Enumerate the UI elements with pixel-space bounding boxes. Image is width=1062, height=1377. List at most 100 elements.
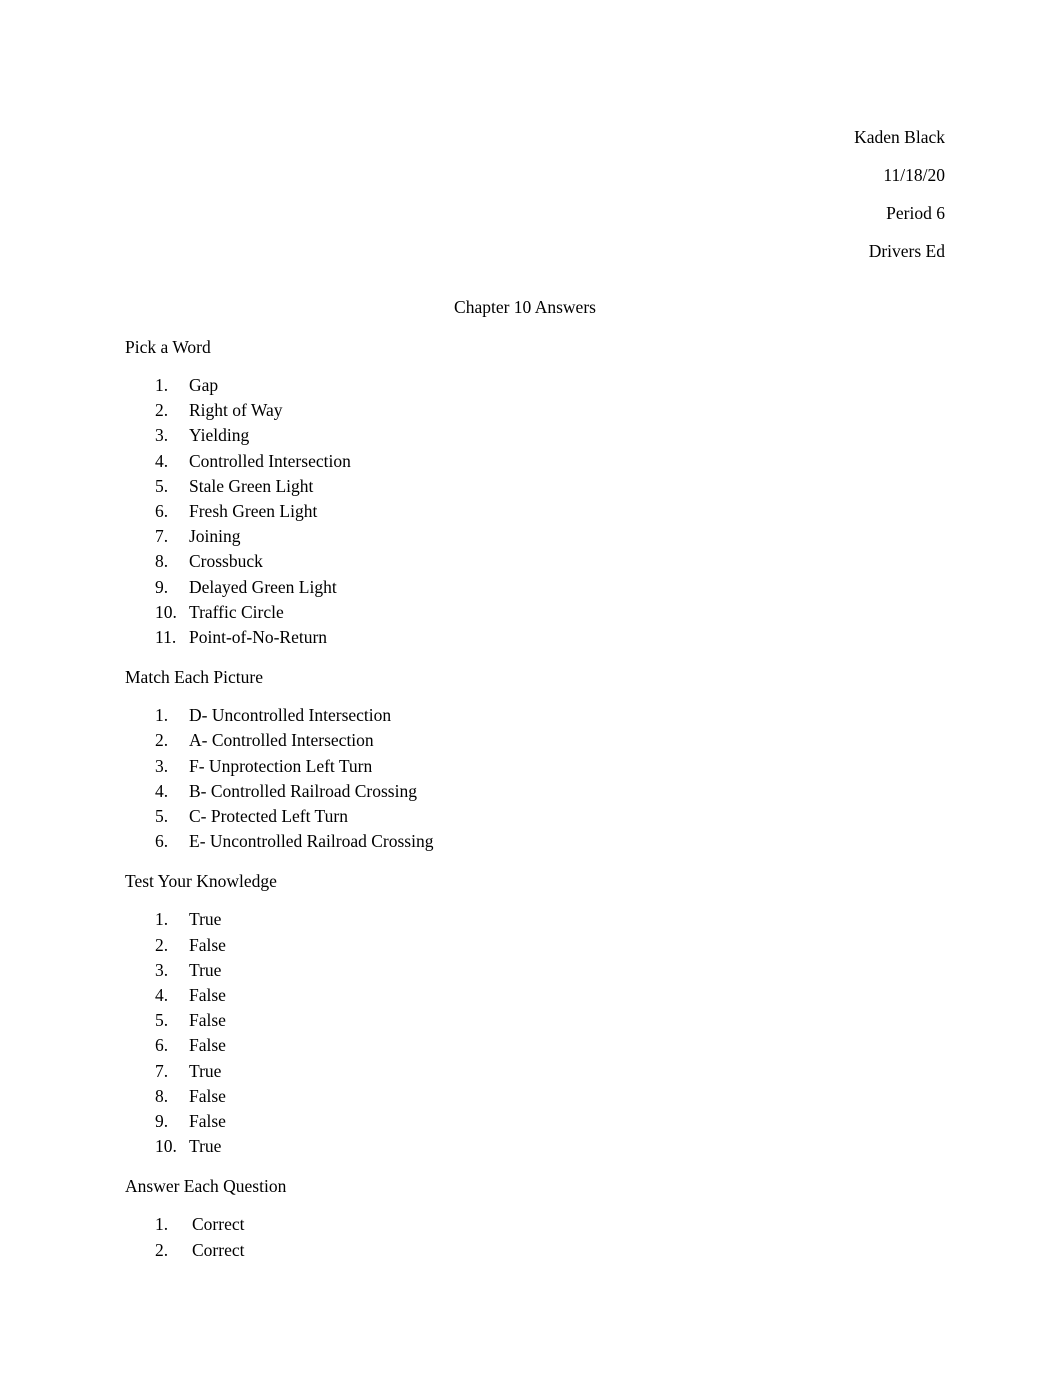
list-item: 2. Correct bbox=[125, 1238, 945, 1263]
list-item: 10. True bbox=[125, 1134, 945, 1159]
list-item-number: 7. bbox=[155, 1060, 169, 1081]
list-item: 2. False bbox=[125, 933, 945, 958]
list-item: 3. True bbox=[125, 958, 945, 983]
section-heading-match-each-picture: Match Each Picture bbox=[125, 667, 264, 688]
list-item-number: 5. bbox=[155, 475, 169, 496]
page-title: Chapter 10 Answers bbox=[454, 297, 596, 317]
list-item: 6. E- Uncontrolled Railroad Crossing bbox=[125, 829, 945, 854]
list-item-number: 4. bbox=[155, 985, 169, 1006]
list-item-label: Correct bbox=[192, 1214, 245, 1235]
list-item-number: 11. bbox=[155, 627, 177, 648]
list-item-label: Traffic Circle bbox=[189, 601, 284, 622]
list-item: 7. True bbox=[125, 1059, 945, 1084]
list-item: 7. Joining bbox=[125, 524, 945, 549]
list-item-label: C- Protected Left Turn bbox=[189, 806, 348, 827]
list-item-number: 9. bbox=[155, 1111, 169, 1132]
list-item-label: Delayed Green Light bbox=[189, 576, 337, 597]
list-item-number: 10. bbox=[155, 1136, 177, 1157]
answer-list-answer-each-question: 1. Correct 2. Correct bbox=[125, 1212, 945, 1262]
list-item-label: True bbox=[189, 909, 222, 930]
list-item: 8. Crossbuck bbox=[125, 549, 945, 574]
header-line-author: Kaden Black bbox=[854, 127, 945, 147]
list-item: 8. False bbox=[125, 1084, 945, 1109]
section-heading-answer-each-question: Answer Each Question bbox=[125, 1176, 287, 1197]
list-item-label: Yielding bbox=[189, 425, 250, 446]
header-line-course: Drivers Ed bbox=[868, 241, 945, 261]
section-heading-pick-a-word: Pick a Word bbox=[125, 337, 211, 357]
list-item-number: 6. bbox=[155, 831, 169, 852]
list-item-number: 2. bbox=[155, 400, 169, 421]
list-item-label: A- Controlled Intersection bbox=[189, 730, 374, 751]
list-item: 10. Traffic Circle bbox=[125, 600, 945, 625]
list-item-label: False bbox=[189, 934, 226, 955]
list-item-number: 8. bbox=[155, 551, 169, 572]
list-item: 5. C- Protected Left Turn bbox=[125, 804, 945, 829]
answer-list-pick-a-word: 1. Gap 2. Right of Way 3. Yielding 4. Contro… bbox=[125, 373, 945, 650]
list-item-number: 6. bbox=[155, 1035, 169, 1056]
list-item-label: Right of Way bbox=[189, 400, 283, 421]
list-item: 9. Delayed Green Light bbox=[125, 575, 945, 600]
list-item-label: Crossbuck bbox=[189, 551, 263, 572]
list-item-number: 3. bbox=[155, 959, 169, 980]
list-item-number: 1. bbox=[155, 1214, 169, 1235]
list-item: 6. False bbox=[125, 1033, 945, 1058]
list-item-number: 6. bbox=[155, 501, 169, 522]
answer-list-match-each-picture: 1. D- Uncontrolled Intersection 2. A- Cont… bbox=[125, 703, 945, 854]
document-header-block: Kaden Black 11/18/20 Period 6 Drivers Ed bbox=[125, 0, 945, 270]
list-item-label: Joining bbox=[189, 526, 241, 547]
list-item: 4. Controlled Intersection bbox=[125, 449, 945, 474]
list-item: 4. B- Controlled Railroad Crossing bbox=[125, 779, 945, 804]
list-item-number: 4. bbox=[155, 450, 169, 471]
list-item: 1. D- Uncontrolled Intersection bbox=[125, 703, 945, 728]
list-item-label: False bbox=[189, 985, 226, 1006]
list-item-number: 2. bbox=[155, 1239, 169, 1260]
list-item: 5. False bbox=[125, 1008, 945, 1033]
list-item: 2. Right of Way bbox=[125, 398, 945, 423]
header-line-date: 11/18/20 bbox=[883, 165, 945, 185]
list-item: 2. A- Controlled Intersection bbox=[125, 728, 945, 753]
list-item: 1. Correct bbox=[125, 1212, 945, 1237]
list-item-label: B- Controlled Railroad Crossing bbox=[189, 780, 417, 801]
list-item: 3. Yielding bbox=[125, 423, 945, 448]
list-item-label: Gap bbox=[189, 375, 219, 395]
list-item-number: 3. bbox=[155, 755, 169, 776]
list-item-number: 5. bbox=[155, 1010, 169, 1031]
list-item-number: 9. bbox=[155, 576, 169, 597]
answer-list-test-your-knowledge: 1. True 2. False 3. True 4. False 5. False 6.… bbox=[125, 907, 945, 1159]
list-item: 11. Point-of-No-Return bbox=[125, 625, 945, 650]
list-item-number: 7. bbox=[155, 526, 169, 547]
list-item-number: 2. bbox=[155, 730, 169, 751]
list-item-label: True bbox=[189, 1136, 222, 1157]
list-item-label: Correct bbox=[192, 1239, 245, 1260]
document-body: Kaden Black 11/18/20 Period 6 Drivers Ed… bbox=[125, 0, 945, 1263]
list-item-label: False bbox=[189, 1035, 226, 1056]
header-line-period: Period 6 bbox=[886, 203, 945, 223]
list-item-number: 2. bbox=[155, 934, 169, 955]
list-item-number: 5. bbox=[155, 806, 169, 827]
list-item-label: Fresh Green Light bbox=[189, 501, 318, 522]
list-item: 1. True bbox=[125, 907, 945, 932]
list-item: 3. F- Unprotection Left Turn bbox=[125, 754, 945, 779]
list-item: 5. Stale Green Light bbox=[125, 474, 945, 499]
list-item-number: 8. bbox=[155, 1085, 169, 1106]
list-item-label: Point-of-No-Return bbox=[189, 627, 328, 648]
list-item-number: 3. bbox=[155, 425, 169, 446]
list-item-label: D- Uncontrolled Intersection bbox=[189, 705, 392, 726]
section-heading-test-your-knowledge: Test Your Knowledge bbox=[125, 871, 277, 892]
list-item-label: F- Unprotection Left Turn bbox=[189, 755, 373, 776]
list-item-label: False bbox=[189, 1111, 226, 1132]
list-item-label: True bbox=[189, 959, 222, 980]
list-item-label: True bbox=[189, 1060, 222, 1081]
list-item-number: 1. bbox=[155, 375, 169, 395]
list-item-number: 1. bbox=[155, 909, 169, 930]
list-item: 9. False bbox=[125, 1109, 945, 1134]
list-item-label: Controlled Intersection bbox=[189, 450, 351, 471]
document-page: Kaden Black 11/18/20 Period 6 Drivers Ed… bbox=[0, 0, 1062, 1377]
list-item-label: False bbox=[189, 1010, 226, 1031]
list-item-number: 4. bbox=[155, 780, 169, 801]
list-item-label: False bbox=[189, 1085, 226, 1106]
list-item-label: Stale Green Light bbox=[189, 475, 314, 496]
list-item: 6. Fresh Green Light bbox=[125, 499, 945, 524]
list-item: 4. False bbox=[125, 983, 945, 1008]
list-item-number: 1. bbox=[155, 705, 169, 726]
